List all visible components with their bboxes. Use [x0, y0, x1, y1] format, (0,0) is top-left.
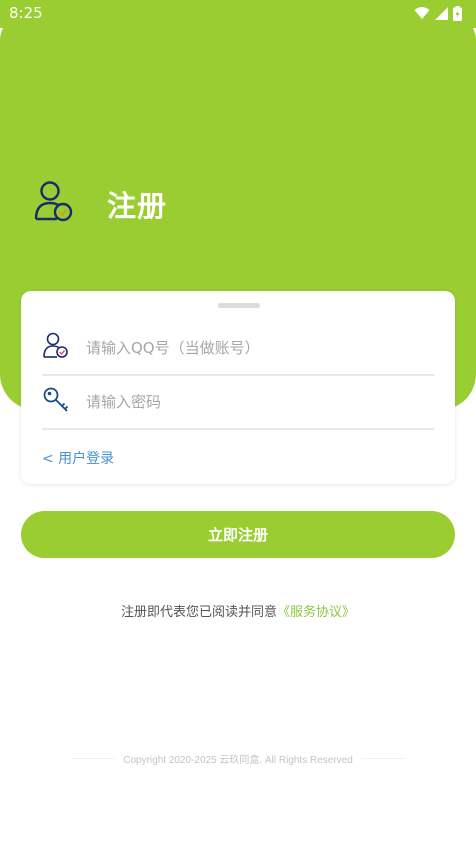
wifi-icon — [414, 6, 430, 20]
agreement-prefix: 注册即代表您已阅读并同意 — [120, 605, 277, 620]
key-icon — [42, 386, 70, 418]
page-title: 注册 — [107, 189, 168, 223]
register-form-card: < 用户登录 — [21, 291, 455, 484]
register-button[interactable]: 立即注册 — [21, 511, 455, 558]
title-row: 注册 — [33, 181, 167, 227]
qq-field — [42, 322, 434, 376]
agreement-text: 注册即代表您已阅读并同意《服务协议》 — [0, 601, 476, 620]
signal-icon — [435, 6, 448, 20]
card-handle — [218, 303, 260, 308]
battery-charging-icon — [453, 5, 462, 21]
footer: Copyright 2020-2025 云玖同盒. All Rights Res… — [72, 750, 405, 766]
service-agreement-link[interactable]: 《服务协议》 — [277, 605, 355, 620]
copyright-text: Copyright 2020-2025 云玖同盒. All Rights Res… — [123, 754, 353, 766]
status-icons — [414, 5, 462, 21]
footer-divider-left — [72, 757, 116, 759]
password-input[interactable] — [86, 393, 416, 411]
user-check-icon — [42, 332, 70, 364]
footer-divider-right — [360, 757, 405, 759]
qq-input[interactable] — [86, 339, 416, 357]
user-verified-icon — [33, 181, 75, 227]
user-login-link[interactable]: < 用户登录 — [42, 448, 114, 468]
status-bar: 8:25 — [0, 0, 476, 28]
password-field — [42, 376, 434, 430]
status-time: 8:25 — [9, 4, 43, 22]
